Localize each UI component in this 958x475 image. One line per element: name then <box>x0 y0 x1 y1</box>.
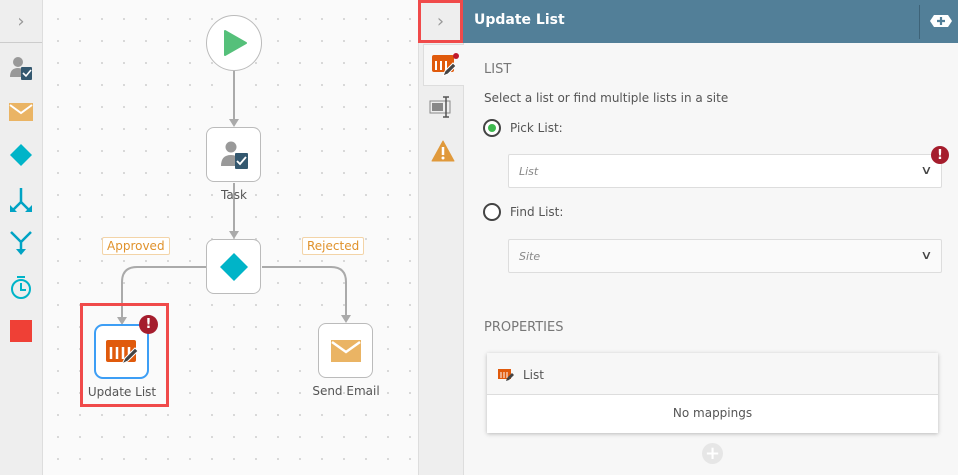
find-list-label: Find List: <box>510 205 564 219</box>
start-node[interactable] <box>206 15 262 71</box>
chevron-down-icon: ∨ <box>920 163 933 177</box>
list-instruction: Select a list or find multiple lists in … <box>484 91 729 105</box>
add-icon <box>930 15 952 27</box>
update-list-node[interactable] <box>94 324 149 379</box>
tab-errors[interactable] <box>431 140 455 166</box>
tab-label-settings[interactable] <box>429 96 455 122</box>
site-select[interactable]: Site ∨ <box>508 239 942 273</box>
task-icon <box>220 141 248 169</box>
property-name: List <box>523 368 544 382</box>
branch-label-approved[interactable]: Approved <box>102 237 170 255</box>
plus-icon: + <box>704 443 721 464</box>
list-error-badge: ! <box>931 146 949 164</box>
list-section-title: LIST <box>484 62 512 77</box>
site-select-placeholder: Site <box>519 249 541 263</box>
no-mappings-text: No mappings <box>672 406 753 420</box>
add-mapping-button[interactable]: + <box>702 443 723 464</box>
pick-list-radio[interactable] <box>483 119 501 137</box>
update-list-icon <box>498 369 514 381</box>
update-list-icon <box>105 339 139 365</box>
task-node[interactable] <box>206 127 261 182</box>
connector-rejected <box>262 266 347 316</box>
play-icon <box>224 30 247 56</box>
send-email-node[interactable] <box>318 323 373 378</box>
task-node-label: Task <box>221 188 247 202</box>
update-list-icon <box>431 53 459 77</box>
panel-header: Update List <box>463 0 958 43</box>
property-row-list[interactable]: List <box>487 353 938 395</box>
email-icon <box>330 339 361 362</box>
chevron-down-icon: ∨ <box>920 248 933 262</box>
list-select-placeholder: List <box>519 164 539 178</box>
properties-card: List No mappings <box>487 353 938 433</box>
branch-label-rejected[interactable]: Rejected <box>302 237 365 255</box>
pick-list-label: Pick List: <box>510 121 563 135</box>
warning-icon <box>431 140 455 162</box>
expand-panel-button[interactable] <box>929 14 953 32</box>
send-email-node-label: Send Email <box>312 384 380 398</box>
decision-node[interactable] <box>206 239 261 294</box>
list-select[interactable]: List ∨ <box>508 154 942 188</box>
properties-section-title: PROPERTIES <box>484 320 564 335</box>
decision-icon <box>219 252 248 281</box>
panel-collapse-button[interactable]: › <box>418 0 463 43</box>
tab-configure[interactable] <box>423 44 465 86</box>
panel-title: Update List <box>474 12 565 28</box>
update-list-node-label: Update List <box>87 385 157 399</box>
chevron-right-icon: › <box>436 11 445 32</box>
label-field-icon <box>429 96 451 118</box>
find-list-radio[interactable] <box>483 203 501 221</box>
panel-tabs <box>418 0 465 475</box>
update-list-error-badge[interactable]: ! <box>139 315 158 334</box>
